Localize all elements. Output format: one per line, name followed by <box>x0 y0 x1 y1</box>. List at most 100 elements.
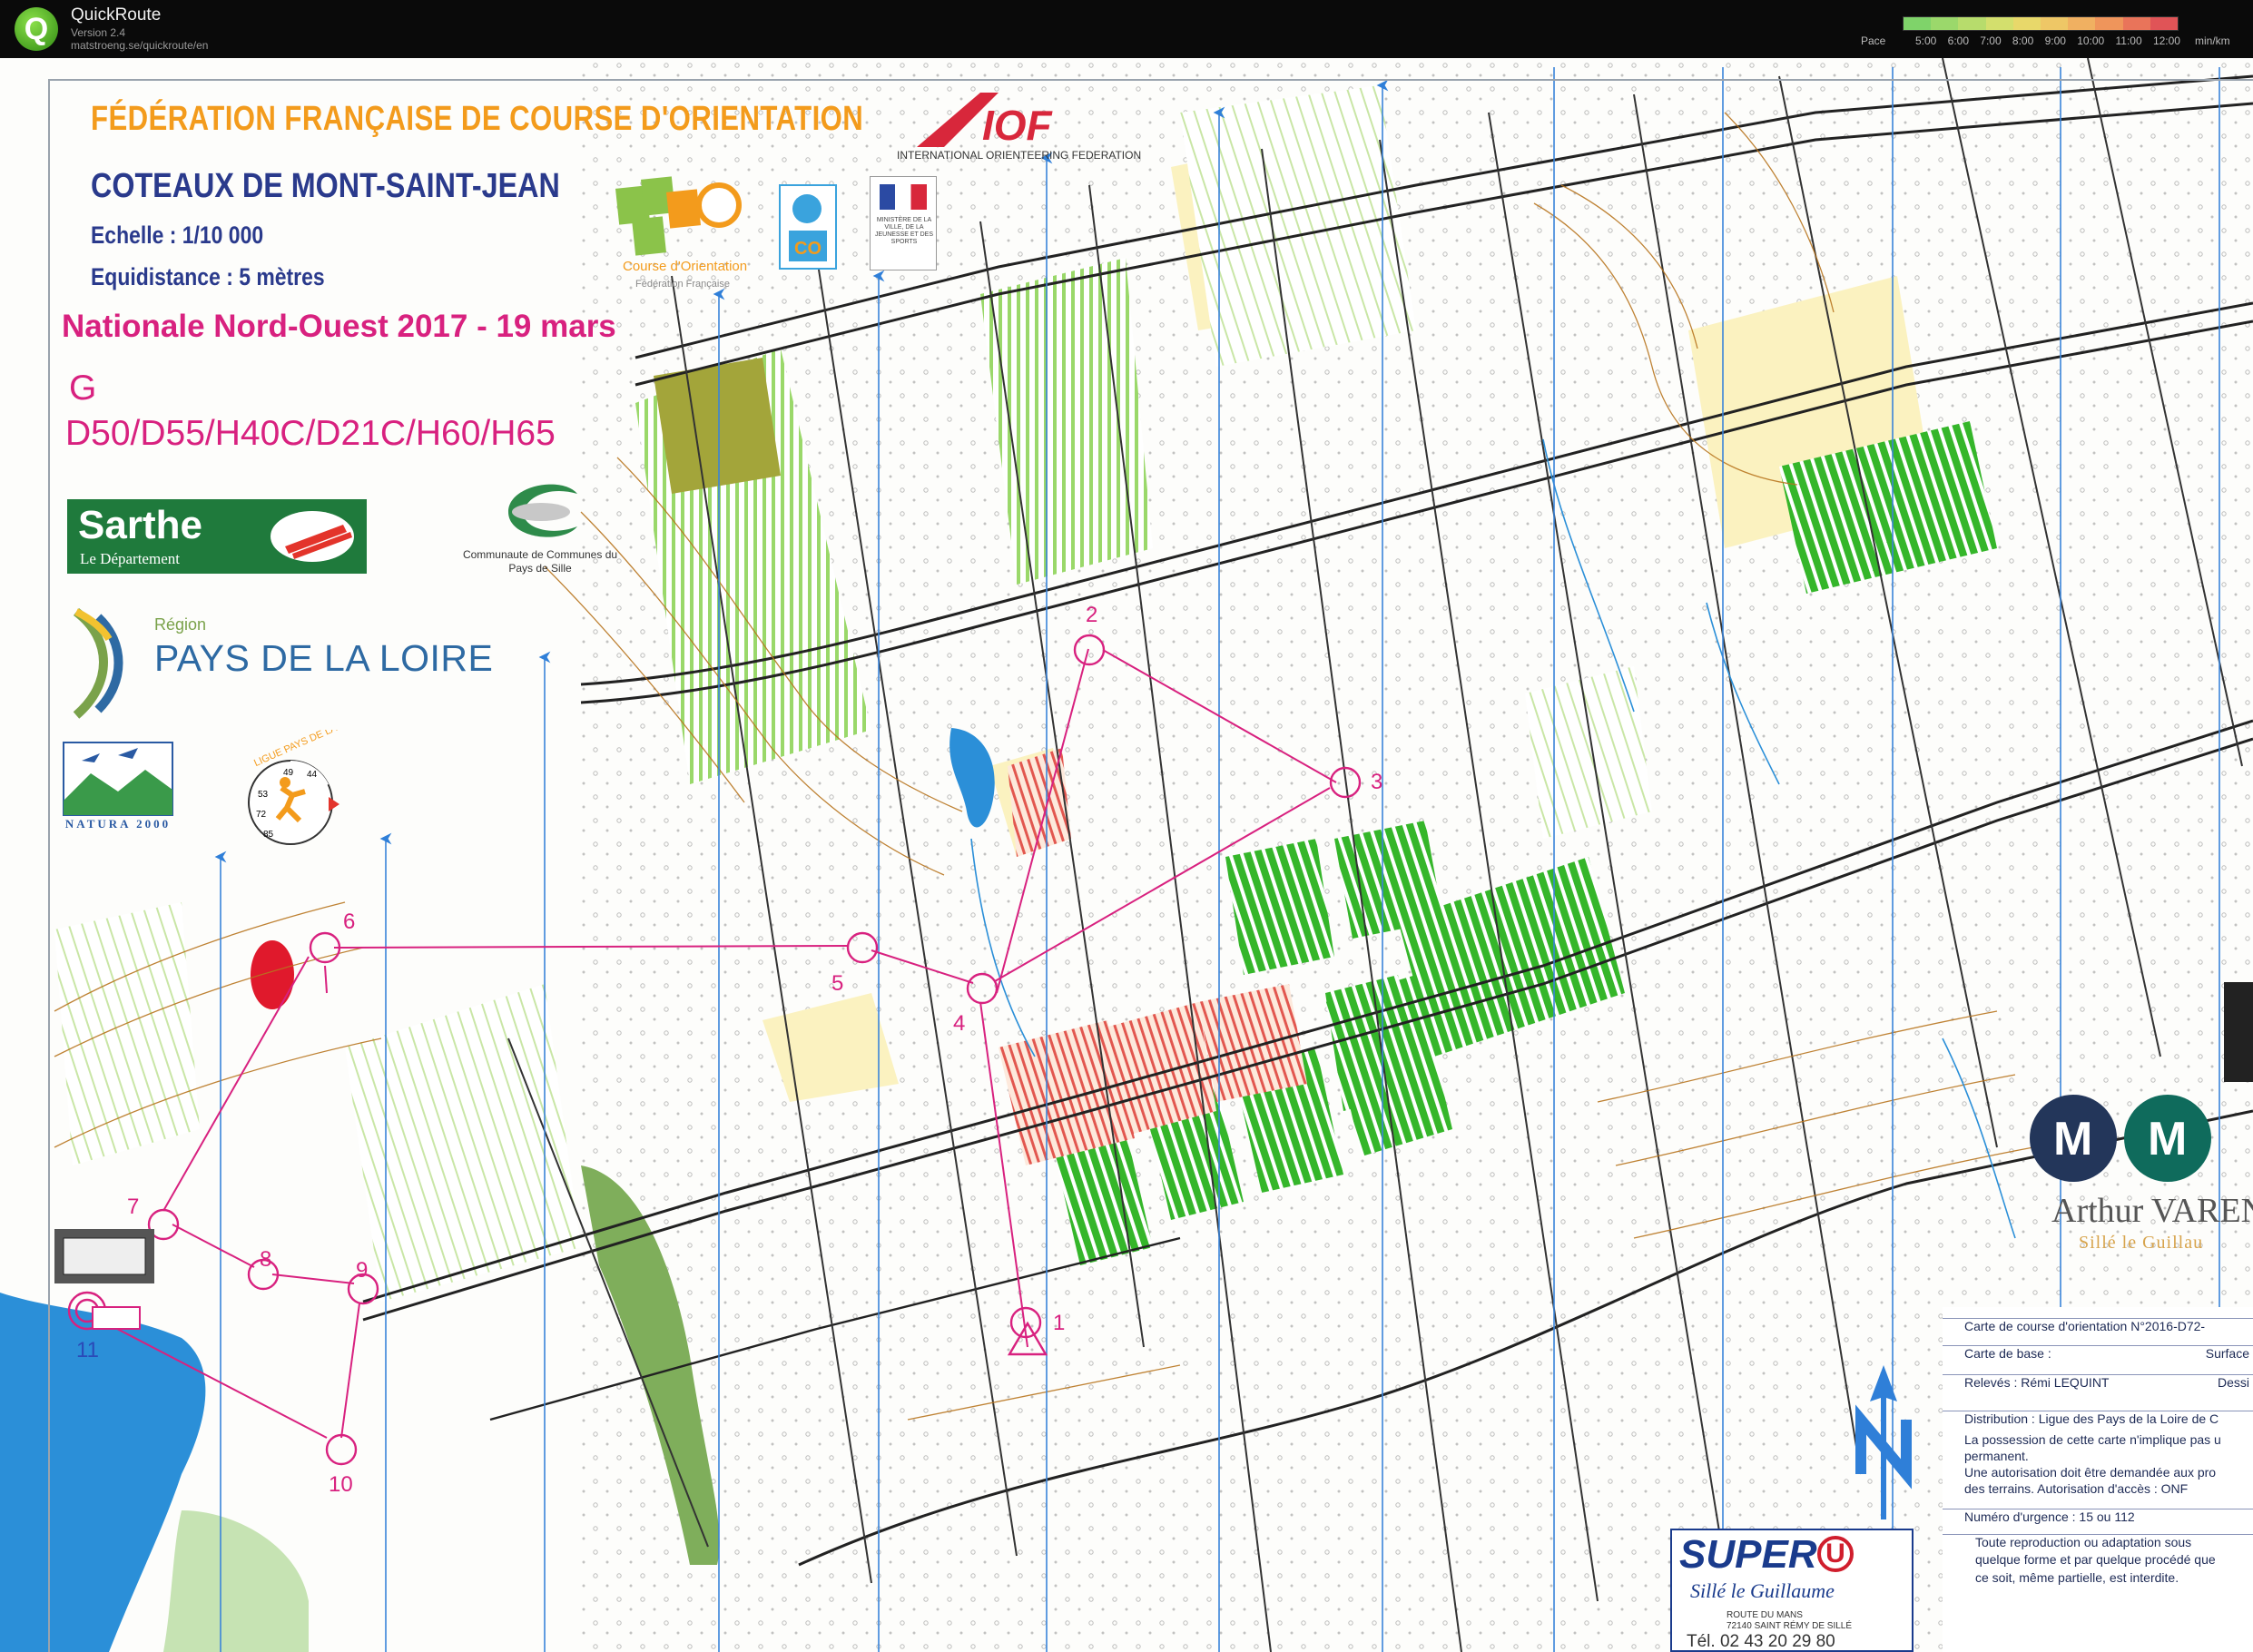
control-number-7: 7 <box>127 1195 140 1219</box>
superu-phone: Tél. 02 43 20 29 80 <box>1687 1632 1835 1651</box>
light-vegetation <box>54 902 200 1165</box>
svg-text:53: 53 <box>258 790 269 800</box>
metro-town: Sillé le Guillau <box>2079 1233 2204 1253</box>
svg-text:85: 85 <box>263 830 274 840</box>
course-classes: D50/D55/H40C/D21C/H60/H65 <box>65 414 556 453</box>
event-title: Nationale Nord-Ouest 2017 - 19 mars <box>62 309 616 344</box>
superu-address-line-2: 72140 SAINT RÉMY DE SILLÉ <box>1727 1621 1853 1631</box>
info-distribution: Distribution : Ligue des Pays de la Loir… <box>1943 1411 2253 1426</box>
ligue-logo-icon: LIGUE PAYS DE LA LOIRE 49 44 53 72 85 <box>248 730 363 845</box>
svg-text:M: M <box>2148 1113 2187 1165</box>
svg-text:CO: CO <box>794 239 822 259</box>
region-label: Région <box>154 615 207 634</box>
orienteering-map[interactable]: FÉDÉRATION FRANÇAISE DE COURSE D'ORIENTA… <box>0 58 2253 1652</box>
cultivated-land <box>1198 984 1307 1102</box>
light-vegetation <box>1525 666 1652 839</box>
info-carte-base: Carte de base : Surface <box>1943 1345 2253 1361</box>
pace-color-swatch <box>1985 17 2013 30</box>
info-repro-3: ce soit, même partielle, est interdite. <box>1975 1570 2179 1585</box>
info-carte-base-right: Surface <box>2205 1346 2249 1361</box>
app-url[interactable]: matstroeng.se/quickroute/en <box>71 39 208 52</box>
pace-tick-label: 7:00 <box>1980 34 2002 47</box>
natura-2000-logo: NATURA 2000 <box>54 737 182 837</box>
control-number-9: 9 <box>356 1258 369 1283</box>
pace-color-swatch <box>2150 17 2179 30</box>
control-number-1: 1 <box>1053 1311 1066 1335</box>
svg-text:LIGUE PAYS DE LA LOIRE: LIGUE PAYS DE LA LOIRE <box>252 730 363 769</box>
region-arc-icon <box>73 608 123 719</box>
federation-title: FÉDÉRATION FRANÇAISE DE COURSE D'ORIENTA… <box>91 100 864 138</box>
info-repro-1: Toute reproduction ou adaptation sous <box>1943 1534 2253 1549</box>
map-equidistance: Equidistance : 5 mètres <box>91 263 325 290</box>
control-number-4: 4 <box>953 1011 966 1036</box>
pace-tick-label: 9:00 <box>2044 34 2066 47</box>
metro-m-icon: M M <box>2030 1095 2211 1182</box>
course-code: G <box>69 369 97 408</box>
info-repro-2: quelque forme et par quelque procédé que <box>1975 1552 2216 1567</box>
pace-tick-labels: 5:00 6:00 7:00 8:00 9:00 10:00 11:00 12:00 <box>1915 34 2180 47</box>
superu-logo: SUPER U Sillé le Guillaume ROUTE DU MANS… <box>1670 1529 1914 1652</box>
pace-tick-label: 6:00 <box>1947 34 1969 47</box>
sarthe-sub: Le Département <box>80 550 180 567</box>
red-zone <box>251 940 294 1009</box>
svg-text:44: 44 <box>307 770 318 780</box>
svg-text:Fédération Française: Fédération Française <box>635 279 730 290</box>
dense-forest <box>1225 839 1334 975</box>
metro-name: Arthur VAREN <box>2051 1192 2253 1230</box>
info-carte-num: Carte de course d'orientation N°2016-D72… <box>1943 1318 2253 1333</box>
iof-logo-icon: IOF <box>917 93 1054 149</box>
superu-address-line-1: ROUTE DU MANS <box>1727 1610 1803 1620</box>
sarthe-logo: Sarthe Le Département <box>67 499 367 574</box>
map-scale: Echelle : 1/10 000 <box>91 221 264 249</box>
control-number-3: 3 <box>1371 770 1383 794</box>
ministry-logo: MINISTÈRE DE LA VILLE, DE LA JEUNESSE ET… <box>870 176 937 270</box>
info-releves: Relevés : Rémi LEQUINT Dessi <box>1943 1374 2253 1390</box>
building-area <box>654 358 781 494</box>
info-releves-label: Relevés : Rémi LEQUINT <box>1964 1375 2110 1390</box>
superu-town: Sillé le Guillaume <box>1690 1579 1835 1602</box>
cultivated-land <box>1008 748 1071 857</box>
pace-tick-label: 5:00 <box>1915 34 1937 47</box>
info-autorisation-2: des terrains. Autorisation d'accès : ONF <box>1964 1481 2189 1496</box>
pace-color-swatch <box>1958 17 1986 30</box>
title-bar: Q QuickRoute Version 2.4 matstroeng.se/q… <box>0 0 2253 58</box>
co-logo-icon: CO <box>779 184 837 270</box>
info-carte-base-label: Carte de base : <box>1964 1346 2051 1361</box>
natura-birds-icon <box>63 742 173 816</box>
svg-text:M: M <box>2053 1113 2092 1165</box>
communaute-logo-icon <box>508 484 577 537</box>
pace-tick-label: 11:00 <box>2115 34 2142 47</box>
region-name: PAYS DE LA LOIRE <box>154 637 494 679</box>
info-autorisation-1: Une autorisation doit être demandée aux … <box>1964 1465 2217 1480</box>
superu-name: SUPER <box>1679 1532 1817 1577</box>
sarthe-name: Sarthe <box>78 503 202 547</box>
pace-unit-label: min/km <box>2195 34 2230 47</box>
control-number-10: 10 <box>329 1472 353 1497</box>
natura-text: NATURA 2000 <box>64 817 172 831</box>
quickroute-q-icon: Q <box>15 7 58 51</box>
pace-color-swatch <box>2012 17 2041 30</box>
control-number-6: 6 <box>343 910 356 934</box>
sarthe-swoosh-icon <box>271 511 354 562</box>
superu-u-icon: U <box>1817 1536 1854 1572</box>
map-info-box: Carte de course d'orientation N°2016-D72… <box>1943 1307 2253 1652</box>
info-releves-right: Dessi <box>2217 1375 2249 1390</box>
pace-legend-label: Pace <box>1861 34 1886 47</box>
region-logo: Région PAYS DE LA LOIRE <box>67 603 493 721</box>
app-version: Version 2.4 <box>71 26 126 39</box>
pace-tick-label: 12:00 <box>2152 34 2180 47</box>
control-number-5: 5 <box>831 971 844 996</box>
north-arrow-icon <box>1855 1365 1912 1519</box>
french-flag-icon <box>880 184 927 210</box>
pace-color-swatch <box>1931 17 1959 30</box>
control-number-8: 8 <box>260 1247 272 1272</box>
pace-color-swatch <box>2068 17 2096 30</box>
svg-text:IOF: IOF <box>982 102 1054 149</box>
pace-color-swatch <box>2041 17 2069 30</box>
pace-color-swatch <box>2095 17 2123 30</box>
control-number-11: 11 <box>76 1338 99 1362</box>
app-name: QuickRoute <box>71 5 162 25</box>
light-vegetation <box>1180 85 1416 367</box>
ffco-logo-icon: Course d'Orientation Fédération Français… <box>615 176 747 290</box>
svg-text:72: 72 <box>256 810 267 820</box>
